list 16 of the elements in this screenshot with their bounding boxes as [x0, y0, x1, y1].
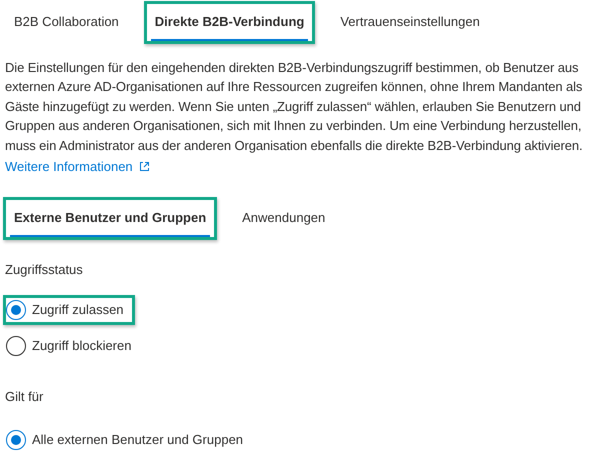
radio-option[interactable]: Zugriff blockieren	[6, 336, 132, 356]
tab[interactable]: B2B Collaboration	[10, 12, 123, 40]
more-info-link[interactable]: Weitere Informationen	[5, 157, 150, 176]
tab[interactable]: Externe Benutzer und Gruppen	[10, 208, 210, 236]
radio-button[interactable]	[6, 300, 26, 320]
tab[interactable]: Direkte B2B-Verbindung	[150, 12, 308, 40]
section-label: Zugriffsstatus	[5, 260, 84, 279]
tab[interactable]: Anwendungen	[238, 208, 330, 236]
radio-button[interactable]	[6, 336, 26, 356]
description: Die Einstellungen für den eingehenden direkten B2B-Verbindungszugriff bestimmen, ob Benutzer aus externen Azure AD-Organisationen auf Ihre Ressourcen zugreifen können, ohne Ihrem Mandanten als Gäste hinzugefügt zu werden. Wenn Sie unten „Zugriff zulassen“ wählen, erlauben Sie Benutzern und Gruppen aus anderen Organisationen, sich mit Ihnen zu verbinden. Um eine Verbindung herzustellen, muss ein Administrator aus der anderen Organisation ebenfalls die direkte B2B-Verbindung aktivieren.	[4, 58, 584, 155]
radio-option[interactable]: Alle externen Benutzer und Gruppen	[6, 430, 244, 450]
radio-button[interactable]	[6, 430, 26, 450]
radio-option[interactable]: Zugriff zulassen	[6, 300, 124, 320]
tab[interactable]: Vertrauenseinstellungen	[336, 12, 484, 40]
external-link-icon	[138, 161, 150, 172]
section-label: Gilt für	[5, 388, 44, 406]
